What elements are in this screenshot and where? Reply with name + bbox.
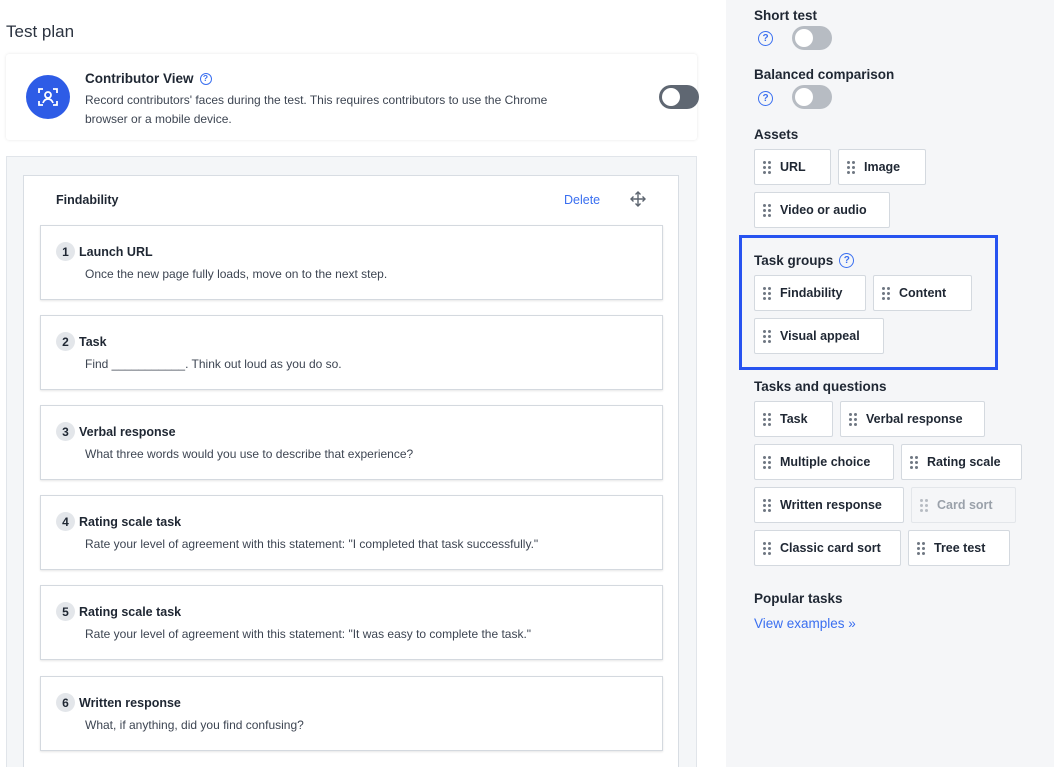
short-test-label: Short test (754, 8, 818, 23)
step-number: 4 (56, 512, 75, 531)
step-number: 1 (56, 242, 75, 261)
step-card[interactable]: 4 Rating scale task Rate your level of a… (40, 495, 663, 570)
asset-chip-video-or-audio[interactable]: Video or audio (754, 192, 890, 228)
chip-label: URL (780, 160, 806, 174)
step-card[interactable]: 5 Rating scale task Rate your level of a… (40, 585, 663, 660)
popular-tasks-heading: Popular tasks (754, 591, 843, 606)
task-group-chip-visual-appeal[interactable]: Visual appeal (754, 318, 884, 354)
drag-handle-icon (882, 286, 890, 300)
balanced-comparison-toggle[interactable] (792, 85, 832, 109)
step-card[interactable]: 6 Written response What, if anything, di… (40, 676, 663, 751)
task-group-container: Findability Delete 1 Launch URL Once the… (6, 156, 697, 767)
step-number: 5 (56, 602, 75, 621)
contributor-view-description: Record contributors' faces during the te… (85, 93, 548, 126)
step-title: Launch URL (79, 245, 153, 259)
toggle-knob (662, 88, 680, 106)
help-icon[interactable]: ? (758, 91, 773, 106)
task-chip-verbal-response[interactable]: Verbal response (840, 401, 985, 437)
chip-label: Findability (780, 286, 843, 300)
chip-label: Visual appeal (780, 329, 860, 343)
face-recording-icon (26, 75, 70, 119)
sidebar: Short test ? Balanced comparison ? Asset… (726, 0, 1054, 767)
contributor-view-label: Contributor View (85, 71, 194, 86)
drag-handle-icon (917, 541, 925, 555)
step-title: Task (79, 335, 107, 349)
chip-label: Image (864, 160, 901, 174)
task-group-chip-findability[interactable]: Findability (754, 275, 866, 311)
chip-label: Multiple choice (780, 455, 871, 469)
task-chip-classic-card-sort[interactable]: Classic card sort (754, 530, 901, 566)
drag-handle-icon (763, 286, 771, 300)
step-title: Rating scale task (79, 515, 182, 529)
step-description: What three words would you use to descri… (85, 447, 414, 461)
chip-label: Card sort (937, 498, 993, 512)
help-icon[interactable]: ? (199, 72, 212, 85)
chip-label: Video or audio (780, 203, 867, 217)
step-description: What, if anything, did you find confusin… (85, 718, 304, 732)
balanced-comparison-label: Balanced comparison (754, 67, 895, 82)
toggle-knob (795, 88, 813, 106)
task-chip-written-response[interactable]: Written response (754, 487, 904, 523)
view-examples-link[interactable]: View examples » (754, 616, 856, 631)
toggle-knob (795, 29, 813, 47)
delete-group-link[interactable]: Delete (564, 193, 600, 207)
drag-handle-icon (763, 329, 771, 343)
asset-chip-url[interactable]: URL (754, 149, 831, 185)
contributor-view-card: Contributor View ? Record contributors' … (6, 54, 699, 140)
task-group-chip-content[interactable]: Content (873, 275, 972, 311)
chip-label: Verbal response (866, 412, 963, 426)
chip-label: Task (780, 412, 808, 426)
step-number: 3 (56, 422, 75, 441)
chip-label: Classic card sort (780, 541, 881, 555)
step-number: 6 (56, 693, 75, 712)
step-title: Rating scale task (79, 605, 182, 619)
drag-handle-icon (763, 455, 771, 469)
drag-handle-icon (763, 498, 771, 512)
step-card[interactable]: 3 Verbal response What three words would… (40, 405, 663, 480)
task-groups-heading: Task groups ? (754, 253, 855, 268)
task-chip-task[interactable]: Task (754, 401, 833, 437)
help-icon[interactable]: ? (758, 31, 773, 46)
step-title: Written response (79, 696, 181, 710)
drag-handle-icon (910, 455, 918, 469)
chip-label: Written response (780, 498, 882, 512)
step-description: Once the new page fully loads, move on t… (85, 267, 388, 281)
assets-heading: Assets (754, 127, 799, 142)
step-description: Rate your level of agreement with this s… (85, 627, 532, 641)
drag-handle-icon (847, 160, 855, 174)
short-test-toggle[interactable] (792, 26, 832, 50)
drag-handle-icon (763, 203, 771, 217)
drag-handle-icon (920, 498, 928, 512)
task-groups-label: Task groups (754, 253, 834, 268)
step-card[interactable]: 2 Task Find ___________. Think out loud … (40, 315, 663, 390)
step-number: 2 (56, 332, 75, 351)
step-title: Verbal response (79, 425, 176, 439)
chip-label: Content (899, 286, 947, 300)
task-chip-card-sort: Card sort (911, 487, 1016, 523)
drag-handle-icon (763, 541, 771, 555)
chip-label: Rating scale (927, 455, 1001, 469)
drag-handle-icon (763, 412, 771, 426)
asset-chip-image[interactable]: Image (838, 149, 926, 185)
contributor-view-toggle[interactable] (659, 85, 699, 109)
contributor-view-title: Contributor View ? (85, 71, 212, 86)
test-plan-area: Test plan Contributor View ? Record cont… (0, 0, 726, 767)
page-title: Test plan (6, 22, 75, 41)
tasks-and-questions-heading: Tasks and questions (754, 379, 887, 394)
move-icon[interactable] (630, 191, 646, 207)
task-chip-tree-test[interactable]: Tree test (908, 530, 1010, 566)
chip-label: Tree test (934, 541, 986, 555)
task-chip-rating-scale[interactable]: Rating scale (901, 444, 1022, 480)
drag-handle-icon (763, 160, 771, 174)
task-group-card: Findability Delete 1 Launch URL Once the… (23, 175, 679, 767)
step-card[interactable]: 1 Launch URL Once the new page fully loa… (40, 225, 663, 300)
help-icon[interactable]: ? (839, 253, 855, 268)
drag-handle-icon (849, 412, 857, 426)
task-chip-multiple-choice[interactable]: Multiple choice (754, 444, 894, 480)
step-description: Rate your level of agreement with this s… (85, 537, 539, 551)
task-group-name: Findability (56, 193, 119, 207)
step-description: Find ___________. Think out loud as you … (85, 357, 342, 371)
